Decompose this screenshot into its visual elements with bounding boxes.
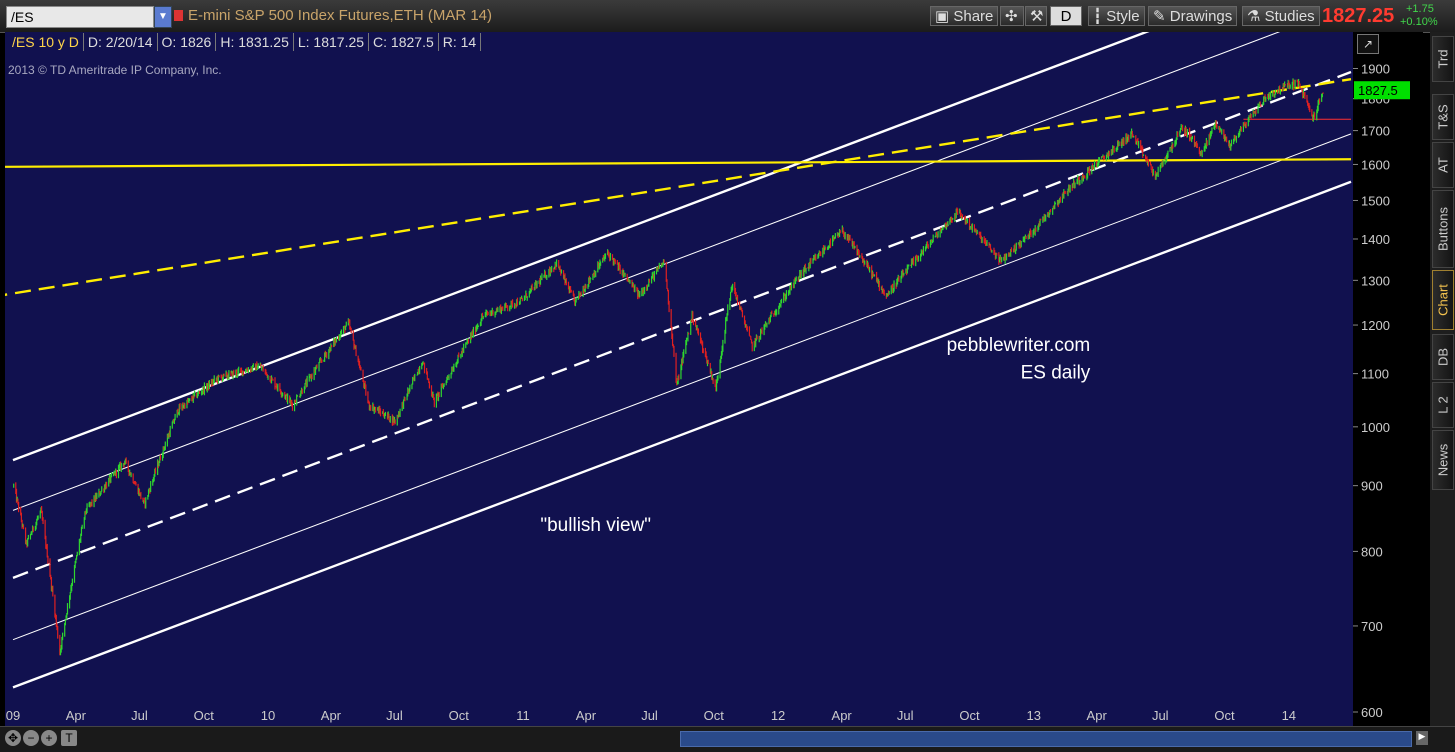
x-tick-label: 13: [1027, 708, 1041, 723]
annotation-0: pebblewriter.com: [947, 335, 1091, 356]
time-scrollbar[interactable]: [680, 731, 1412, 747]
x-tick-label: 10: [261, 708, 275, 723]
x-tick-label: Apr: [66, 708, 87, 723]
bottom-bar: ✥ − + T ▶: [0, 726, 1455, 752]
instrument-title: E-mini S&P 500 Index Futures,ETH (MAR 14…: [188, 7, 492, 24]
y-tick-label: 800: [1361, 544, 1383, 559]
annotation-2: "bullish view": [540, 515, 651, 536]
x-tick-label: Jul: [131, 708, 148, 723]
scroll-right-icon[interactable]: ▶: [1416, 731, 1428, 745]
info-symbol-period: /ES 10 y D: [8, 33, 84, 51]
info-open: O: 1826: [158, 33, 217, 51]
y-tick-label: 1400: [1361, 232, 1390, 247]
drawing-toggle-icon[interactable]: ↗: [1357, 34, 1379, 54]
annotation-1: ES daily: [1021, 363, 1091, 384]
x-tick-label: Oct: [704, 708, 725, 723]
style-button[interactable]: ┇ Style: [1088, 6, 1145, 26]
y-tick-label: 1000: [1361, 420, 1390, 435]
right-sidebar: Trd T&S AT Buttons Chart DB L 2 News: [1430, 32, 1455, 726]
pencil-icon: ✎: [1153, 8, 1170, 25]
symbol-text: /ES: [11, 9, 34, 25]
x-tick-label: Oct: [1214, 708, 1235, 723]
y-tick-label: 600: [1361, 705, 1383, 720]
y-tick-label: 1700: [1361, 124, 1390, 139]
symbol-dropdown-button[interactable]: ▼: [154, 6, 172, 28]
studies-button[interactable]: ⚗ Studies: [1242, 6, 1320, 26]
chart-area[interactable]: pebblewriter.com ES daily "bullish view" 09…: [0, 0, 1353, 726]
y-tick-label: 1500: [1361, 193, 1390, 208]
period-d-button[interactable]: D: [1050, 6, 1082, 26]
y-tick-label: 1900: [1361, 62, 1390, 77]
y-tick-label: 1300: [1361, 273, 1390, 288]
symbol-input[interactable]: /ES: [6, 6, 154, 28]
x-tick-label: Oct: [449, 708, 470, 723]
y-tick-label: 1100: [1361, 367, 1389, 382]
x-tick-label: Jul: [386, 708, 403, 723]
toolbar: /ES ▼ E-mini S&P 500 Index Futures,ETH (…: [0, 0, 1455, 33]
tab-buttons[interactable]: Buttons: [1432, 190, 1454, 268]
info-high: H: 1831.25: [216, 33, 294, 51]
price-chart[interactable]: pebblewriter.com ES daily "bullish view" 09…: [0, 0, 1353, 726]
info-range: R: 14: [439, 33, 482, 51]
x-tick-label: Jul: [897, 708, 914, 723]
price-axis[interactable]: ↗ 600 700 800 900 1000 1100 1200 1300 1400 1500 16…: [1353, 32, 1423, 726]
x-tick-label: Apr: [576, 708, 597, 723]
info-bar: /ES 10 y D D: 2/20/14 O: 1826 H: 1831.25 L: …: [8, 33, 482, 53]
pan-icon[interactable]: ✥: [5, 730, 21, 746]
info-low: L: 1817.25: [294, 33, 370, 51]
flag-icon[interactable]: [174, 10, 183, 21]
tab-at[interactable]: AT: [1432, 142, 1454, 188]
last-price: 1827.25: [1322, 5, 1395, 27]
price-axis-labels: 600 700 800 900 1000 1100 1200 1300 1400 1500 1600…: [1353, 62, 1410, 720]
x-tick-label: 14: [1282, 708, 1296, 723]
percent-change: +0.10%: [1400, 16, 1438, 28]
zoom-out-icon[interactable]: −: [23, 730, 39, 746]
tab-time-and-sales[interactable]: T&S: [1432, 94, 1454, 140]
info-date: D: 2/20/14: [84, 33, 158, 51]
drawings-button[interactable]: ✎ Drawings: [1148, 6, 1238, 26]
candles-icon: ┇: [1093, 8, 1107, 25]
info-close: C: 1827.5: [369, 33, 439, 51]
text-tool-icon[interactable]: T: [61, 730, 77, 746]
studies-icon: ⚗: [1247, 8, 1265, 25]
copyright-notice: 2013 © TD Ameritrade IP Company, Inc.: [8, 63, 222, 77]
x-tick-label: 11: [516, 708, 530, 723]
x-tick-label: Jul: [641, 708, 658, 723]
x-tick-label: Apr: [832, 708, 853, 723]
wrench-icon[interactable]: ⚒: [1025, 6, 1047, 26]
y-tick-label: 700: [1361, 619, 1383, 634]
x-tick-label: 09: [6, 708, 20, 723]
share-button[interactable]: ▣ Share: [930, 6, 999, 26]
y-tick-label: 900: [1361, 479, 1383, 494]
x-tick-label: Apr: [321, 708, 342, 723]
x-tick-label: 12: [771, 708, 785, 723]
tab-trd[interactable]: Trd: [1432, 36, 1454, 82]
x-tick-label: Apr: [1087, 708, 1108, 723]
y-tick-label: 1200: [1361, 318, 1390, 333]
net-change: +1.75: [1406, 3, 1434, 15]
zoom-in-icon[interactable]: +: [41, 730, 57, 746]
last-price-label: 1827.5: [1358, 83, 1398, 98]
share-icon: ▣: [935, 8, 954, 25]
y-tick-label: 1600: [1361, 157, 1390, 172]
tab-chart[interactable]: Chart: [1432, 270, 1454, 330]
x-tick-label: Oct: [959, 708, 980, 723]
crosshair-icon[interactable]: ✣: [1000, 6, 1024, 26]
tab-level2[interactable]: L 2: [1432, 382, 1454, 428]
tab-news[interactable]: News: [1432, 430, 1454, 490]
x-tick-label: Jul: [1152, 708, 1169, 723]
x-tick-label: Oct: [194, 708, 215, 723]
tab-db[interactable]: DB: [1432, 334, 1454, 380]
